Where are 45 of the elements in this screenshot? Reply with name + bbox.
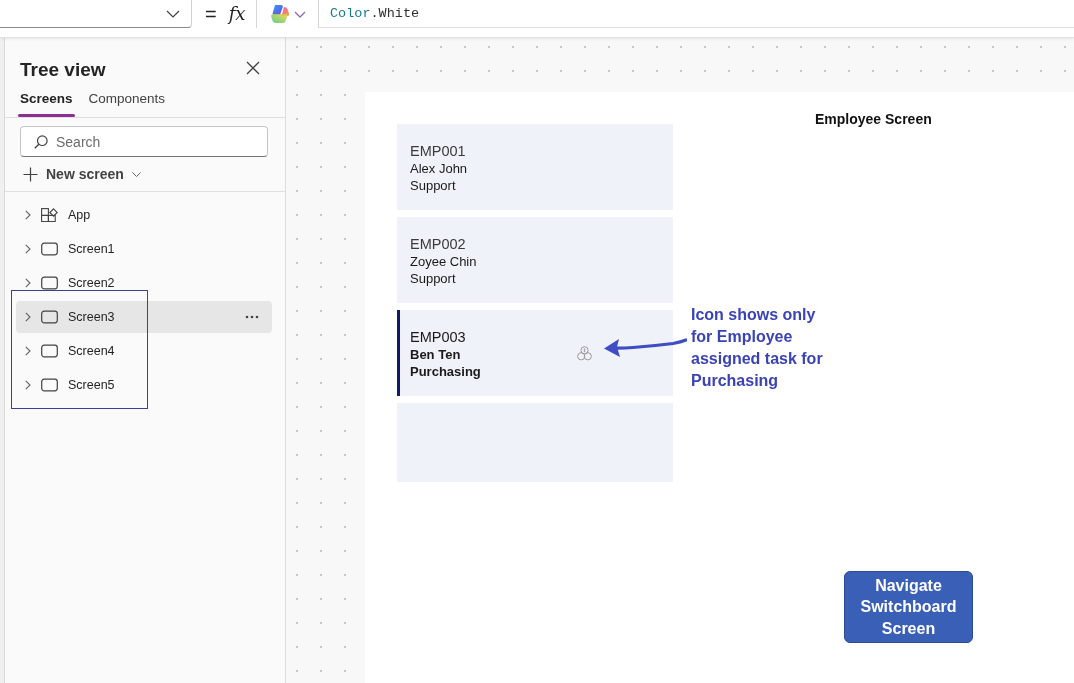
chevron-down-icon <box>166 9 180 18</box>
assistant-button[interactable] <box>256 0 319 28</box>
screen-icon <box>41 344 58 358</box>
chevron-down-icon <box>294 10 306 18</box>
screen-icon <box>41 242 58 256</box>
gallery-item[interactable]: EMP002 Zoyee Chin Support <box>397 217 673 303</box>
screen-title: Employee Screen <box>815 111 932 127</box>
employee-department: Purchasing <box>410 363 481 380</box>
tree-item[interactable]: Screen1 <box>16 233 272 265</box>
gallery-item[interactable]: EMP003 Ben Ten Purchasing <box>397 310 673 396</box>
screen-icon <box>41 310 58 324</box>
employee-name: Ben Ten <box>410 346 461 363</box>
tree-item[interactable]: Screen5 <box>16 369 272 401</box>
property-dropdown[interactable] <box>0 0 192 28</box>
tree-item[interactable]: App <box>16 199 272 231</box>
tree-item[interactable]: Screen2 <box>16 267 272 299</box>
employee-name: Alex John <box>410 160 468 177</box>
grid-icon <box>41 208 58 222</box>
plus-icon <box>23 167 38 182</box>
annotation-text: Icon shows only for Employee assigned task for Purchasing <box>691 305 824 391</box>
employee-department: Support <box>410 177 456 194</box>
gallery-item[interactable]: EMP001 Alex John Support <box>397 124 673 210</box>
screen-icon <box>41 276 58 290</box>
panel-title: Tree view <box>20 58 106 82</box>
navigate-button[interactable]: Navigate Switchboard Screen <box>844 571 973 643</box>
logo-icon <box>270 4 290 24</box>
employee-id: EMP002 <box>410 235 466 253</box>
equals-label: = <box>205 4 217 24</box>
panel-tab[interactable]: Components <box>86 82 168 117</box>
search-field[interactable]: Search <box>20 126 268 157</box>
employee-id: EMP001 <box>410 142 466 160</box>
tree-item[interactable]: Screen4 <box>16 335 272 367</box>
new-screen-button[interactable]: New screen <box>23 166 141 183</box>
close-icon <box>246 61 260 75</box>
employee-name: Zoyee Chin <box>410 253 477 270</box>
search-icon <box>34 135 48 149</box>
employee-department: Support <box>410 270 456 287</box>
employee-id: EMP003 <box>410 328 466 346</box>
fx-label[interactable]: fx <box>228 4 246 24</box>
panel-tab[interactable]: Screens <box>18 82 75 117</box>
formula-field[interactable]: Color.White <box>319 0 1074 28</box>
more-icon <box>245 315 259 319</box>
tree-item[interactable]: Screen3 <box>16 301 272 333</box>
screen-icon <box>41 378 58 392</box>
chevron-down-icon <box>131 172 141 177</box>
